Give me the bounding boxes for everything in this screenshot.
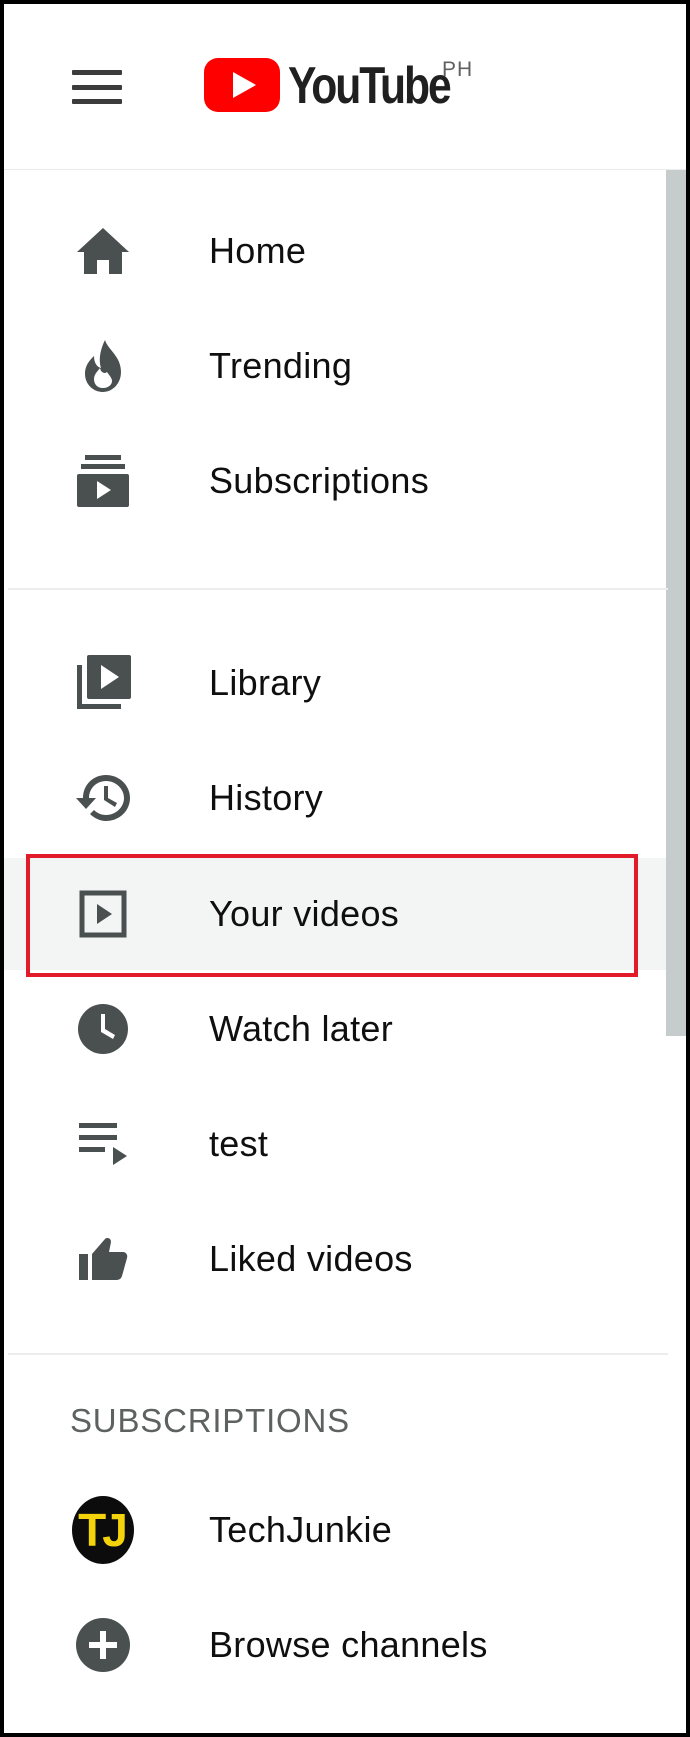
- sidebar-item-your-videos[interactable]: Your videos: [4, 858, 666, 970]
- sidebar-item-label: Liked videos: [209, 1238, 413, 1279]
- sidebar-item-watch-later[interactable]: Watch later: [4, 973, 666, 1085]
- flame-icon: [72, 335, 134, 397]
- section-divider: [8, 1353, 668, 1355]
- plus-circle-icon: [72, 1614, 134, 1676]
- sidebar-item-label: History: [209, 777, 324, 818]
- sidebar-item-label: Subscriptions: [209, 460, 430, 501]
- logo-wordmark: YouTube: [288, 57, 452, 115]
- youtube-logo[interactable]: YouTube PH: [204, 58, 485, 114]
- thumbs-up-icon: [72, 1228, 134, 1290]
- scrollbar-thumb[interactable]: [666, 170, 686, 1036]
- sidebar-item-library[interactable]: Library: [4, 627, 666, 739]
- sidebar-panel: YouTube PH Home Trending Subscriptions L…: [0, 0, 690, 1737]
- hamburger-menu-icon[interactable]: [62, 62, 132, 112]
- youtube-play-logo-icon: [204, 58, 280, 112]
- avatar: TJ: [72, 1496, 134, 1564]
- sidebar-item-channel-techjunkie[interactable]: TJ TechJunkie: [4, 1474, 666, 1586]
- sidebar-item-label: TechJunkie: [209, 1509, 393, 1550]
- library-icon: [72, 652, 134, 714]
- avatar-initials: TJ: [78, 1504, 128, 1556]
- sidebar-item-liked-videos[interactable]: Liked videos: [4, 1203, 666, 1315]
- sidebar-item-label: Browse channels: [209, 1624, 488, 1665]
- sidebar-item-label: Library: [209, 662, 322, 703]
- section-divider: [8, 588, 668, 590]
- subscriptions-icon: [72, 450, 134, 512]
- sidebar-item-label: Watch later: [209, 1008, 394, 1049]
- header-divider: [4, 169, 686, 170]
- sidebar-item-home[interactable]: Home: [4, 195, 666, 307]
- sidebar-item-subscriptions[interactable]: Subscriptions: [4, 425, 666, 537]
- sidebar-item-label: Your videos: [209, 893, 400, 934]
- sidebar-item-label: test: [209, 1123, 269, 1164]
- section-title-subscriptions: SUBSCRIPTIONS: [70, 1402, 350, 1439]
- playlist-icon: [72, 1113, 134, 1175]
- sidebar-item-label: Home: [209, 230, 307, 271]
- home-icon: [72, 220, 134, 282]
- sidebar-item-trending[interactable]: Trending: [4, 310, 666, 422]
- history-icon: [72, 767, 134, 829]
- region-code: PH: [442, 58, 474, 81]
- sidebar-item-label: Trending: [209, 345, 353, 386]
- clock-icon: [72, 998, 134, 1060]
- sidebar-item-test-playlist[interactable]: test: [4, 1088, 666, 1200]
- channel-avatar: TJ: [72, 1496, 134, 1564]
- play-square-icon: [72, 883, 134, 945]
- sidebar-header: YouTube PH: [4, 4, 686, 169]
- sidebar-item-history[interactable]: History: [4, 742, 666, 854]
- sidebar-item-browse-channels[interactable]: Browse channels: [4, 1589, 666, 1701]
